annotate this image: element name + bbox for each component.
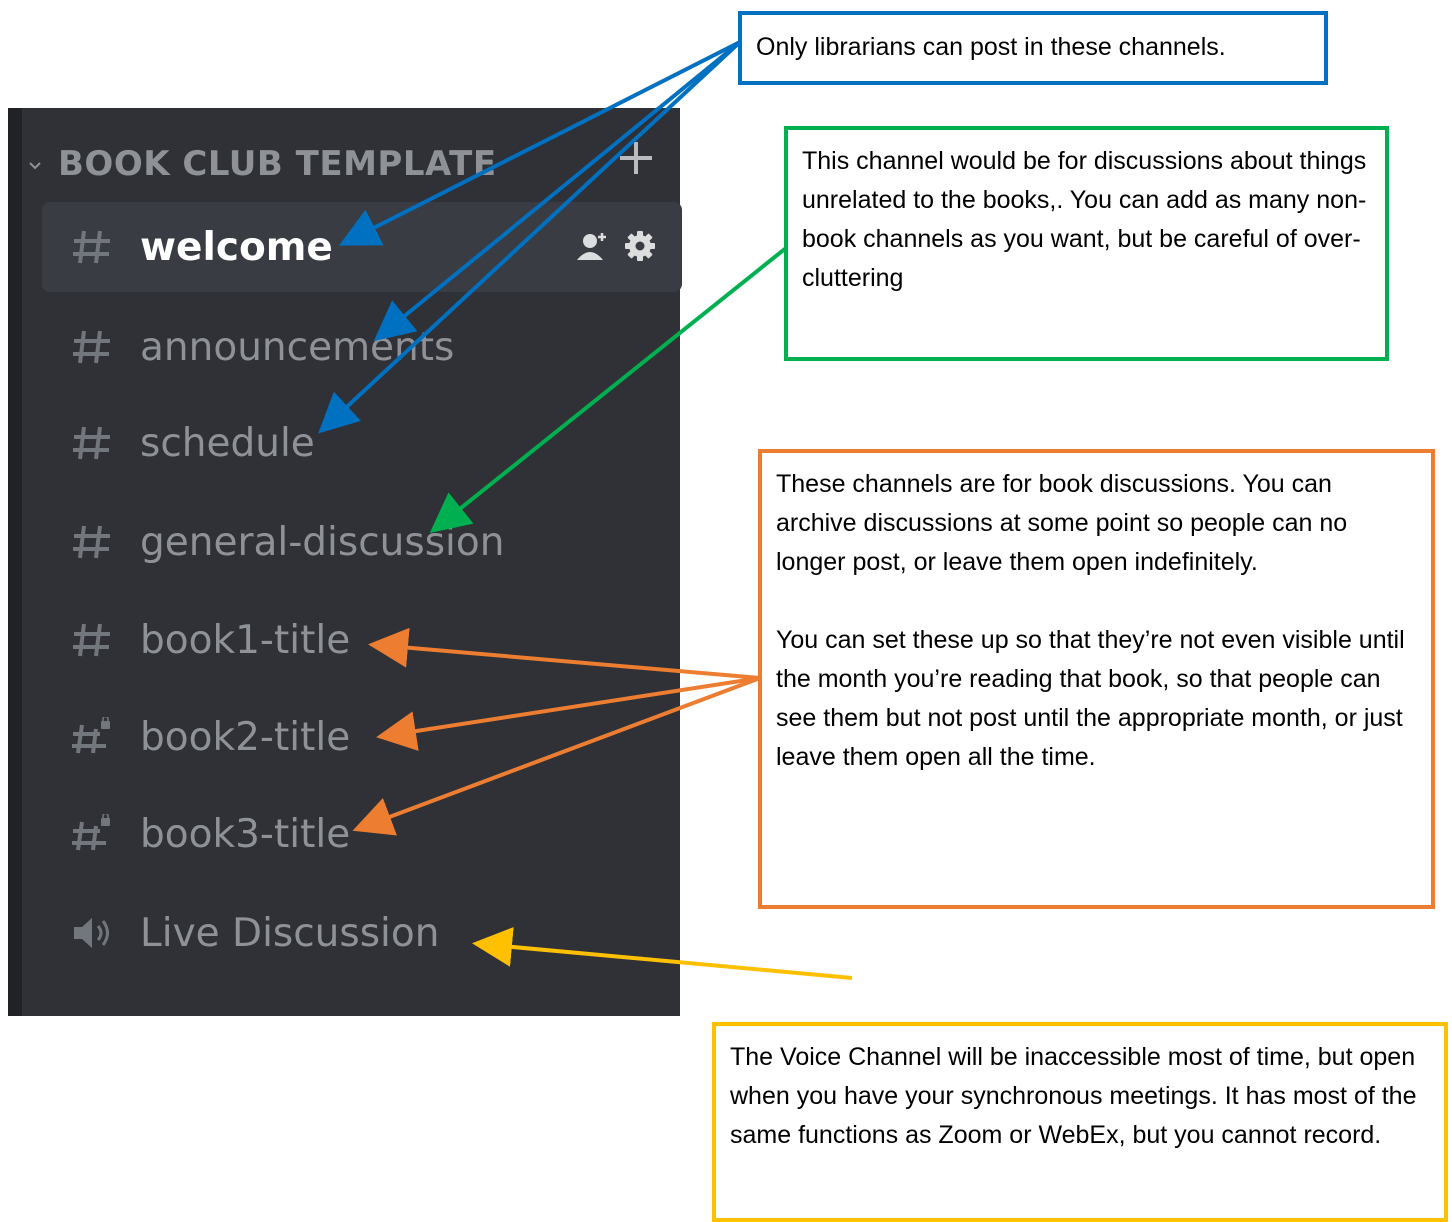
channel-label: announcements (140, 324, 455, 370)
category-header[interactable]: BOOK CLUB TEMPLATE (28, 138, 497, 190)
annotation-book-channels: These channels are for book discussions.… (758, 449, 1435, 909)
annotation-general-discussion: This channel would be for discussions ab… (784, 126, 1389, 361)
annotation-text: The Voice Channel will be inaccessible m… (730, 1043, 1417, 1149)
gear-icon[interactable] (624, 230, 656, 266)
speaker-icon (70, 908, 134, 958)
channel-label: welcome (140, 224, 333, 270)
hash-icon (70, 418, 134, 468)
annotation-librarians-only: Only librarians can post in these channe… (738, 11, 1328, 85)
channel-label: book3-title (140, 811, 351, 857)
hash-icon (70, 222, 134, 272)
hash-icon (70, 615, 134, 665)
sidebar-edge (8, 108, 22, 1016)
channel-schedule[interactable]: schedule (42, 398, 682, 488)
annotation-text: You can set these up so that they’re not… (776, 626, 1405, 771)
annotation-text: These channels are for book discussions.… (776, 470, 1348, 576)
category-label: BOOK CLUB TEMPLATE (58, 144, 497, 184)
channel-welcome[interactable]: welcome (42, 202, 682, 292)
hash-icon (70, 517, 134, 567)
channel-book2-title[interactable]: book2-title (42, 692, 682, 782)
channel-general-discussion[interactable]: general-discussion (42, 497, 682, 587)
channel-announcements[interactable]: announcements (42, 302, 682, 392)
invite-people-icon[interactable] (576, 230, 610, 266)
channel-label: general-discussion (140, 519, 505, 565)
channel-label: book1-title (140, 617, 351, 663)
add-channel-plus-icon[interactable] (614, 136, 658, 180)
hash-icon (70, 322, 134, 372)
channel-book3-title[interactable]: book3-title (42, 789, 682, 879)
annotation-text: Only librarians can post in these channe… (756, 33, 1226, 61)
locked-hash-icon (70, 809, 134, 859)
channel-label: Live Discussion (140, 910, 440, 956)
locked-hash-icon (70, 712, 134, 762)
annotation-text: This channel would be for discussions ab… (802, 147, 1367, 292)
annotation-voice-channel: The Voice Channel will be inaccessible m… (712, 1022, 1448, 1222)
channel-label: book2-title (140, 714, 351, 760)
channel-book1-title[interactable]: book1-title (42, 595, 682, 685)
channel-live-discussion[interactable]: Live Discussion (42, 888, 682, 978)
chevron-down-icon (28, 152, 58, 176)
channel-label: schedule (140, 420, 315, 466)
